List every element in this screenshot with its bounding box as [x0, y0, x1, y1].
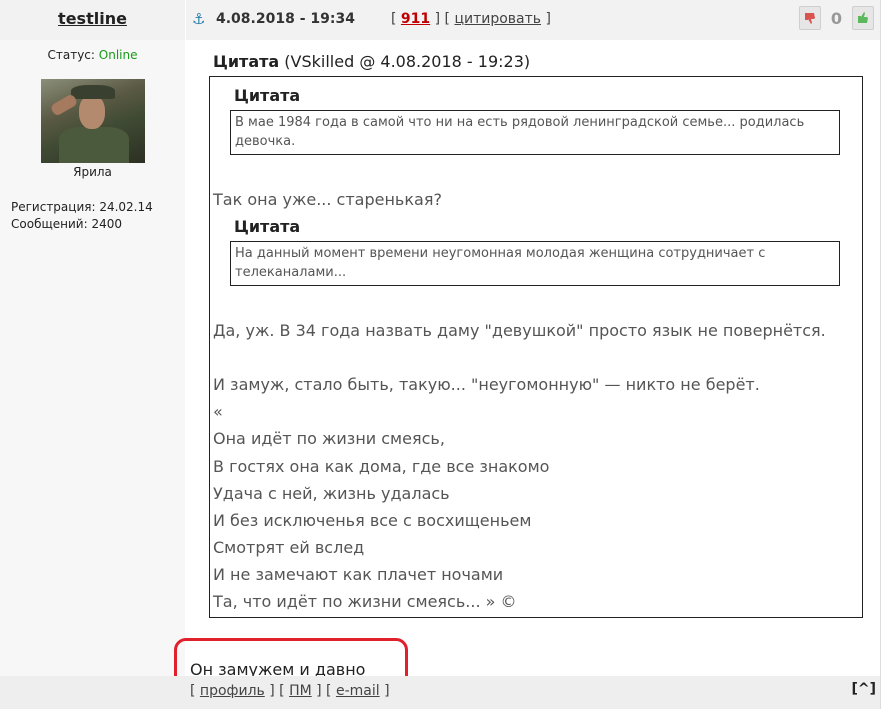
pm-link[interactable]: ПМ — [289, 683, 312, 699]
post-date: 4.08.2018 - 19:34 — [216, 11, 355, 27]
message-count: Сообщений: 2400 — [11, 217, 122, 231]
user-status: Статус: Online — [0, 48, 185, 62]
scroll-up-button[interactable]: [^] — [851, 681, 876, 697]
quote-line: Так она уже... старенькая? — [213, 190, 442, 209]
quote-line: Да, уж. В 34 года назвать даму "девушкой… — [213, 321, 826, 340]
post-footer: [ профиль ] [ ПМ ] [ e-mail ] [^] — [0, 676, 880, 709]
quote-title: Цитата (VSkilled @ 4.08.2018 - 19:23) — [213, 52, 530, 71]
inner-quote-box: На данный момент времени неугомонная мол… — [230, 241, 840, 286]
bracket: [ — [391, 11, 397, 27]
quote-line: Удача с ней, жизнь удалась — [213, 484, 450, 503]
author-link[interactable]: testline — [0, 9, 185, 28]
quote-line: Она идёт по жизни смеясь, — [213, 429, 445, 448]
post-number-link[interactable]: 911 — [401, 11, 430, 27]
bracket: ] — [384, 683, 390, 699]
bracket: [ — [190, 683, 196, 699]
post-rating: 0 — [798, 6, 874, 30]
profile-link[interactable]: профиль — [200, 683, 265, 699]
user-stats: Регистрация: 24.02.14 Сообщений: 2400 — [11, 199, 153, 233]
inner-quote-box: В мае 1984 года в самой что ни на есть р… — [230, 110, 840, 155]
status-label: Статус: — [47, 48, 95, 62]
quote-label: Цитата — [213, 52, 280, 71]
quote-box: Цитата В мае 1984 года в самой что ни на… — [209, 76, 863, 618]
avatar[interactable] — [41, 79, 145, 163]
status-online: Online — [98, 48, 138, 62]
post-header-author: testline — [0, 0, 185, 40]
quote-line: Смотрят ей вслед — [213, 538, 365, 557]
quote-line: И не замечают как плачет ночами — [213, 565, 504, 584]
quote-line: « — [213, 402, 223, 421]
footer-links: [ профиль ] [ ПМ ] [ e-mail ] — [190, 683, 390, 699]
bracket: ] [ — [434, 11, 450, 27]
author-sidebar: Статус: Online Ярила Регистрация: 24.02.… — [0, 40, 185, 676]
quote-link[interactable]: цитировать — [454, 11, 541, 27]
bracket: ] [ — [269, 683, 285, 699]
quote-line: Та, что идёт по жизни смеясь... » © — [213, 592, 517, 611]
bracket: ] [ — [316, 683, 332, 699]
quote-meta: (VSkilled @ 4.08.2018 - 19:23) — [284, 52, 531, 71]
thumb-down-icon[interactable] — [798, 6, 821, 30]
forum-post: testline ⚓ 4.08.2018 - 19:34 [ 911 ] [ ц… — [0, 0, 881, 709]
post-links: [ 911 ] [ цитировать ] — [391, 11, 551, 27]
quote-line: И замуж, стало быть, такую... "неугомонн… — [213, 375, 760, 394]
inner-quote-title: Цитата — [234, 217, 301, 236]
registration-date: Регистрация: 24.02.14 — [11, 200, 153, 214]
post-header: ⚓ 4.08.2018 - 19:34 [ 911 ] [ цитировать… — [186, 0, 880, 40]
username: Ярила — [73, 165, 112, 179]
thumb-up-icon[interactable] — [852, 6, 874, 30]
quote-line: И без исключенья все с восхищеньем — [213, 511, 532, 530]
quote-line: В гостях она как дома, где все знакомо — [213, 457, 550, 476]
anchor-icon[interactable]: ⚓ — [192, 10, 205, 28]
rating-value: 0 — [830, 8, 842, 28]
inner-quote-title: Цитата — [234, 86, 301, 105]
post-body: Цитата (VSkilled @ 4.08.2018 - 19:23) Ци… — [174, 40, 880, 688]
email-link[interactable]: e-mail — [336, 683, 380, 699]
bracket: ] — [545, 11, 551, 27]
